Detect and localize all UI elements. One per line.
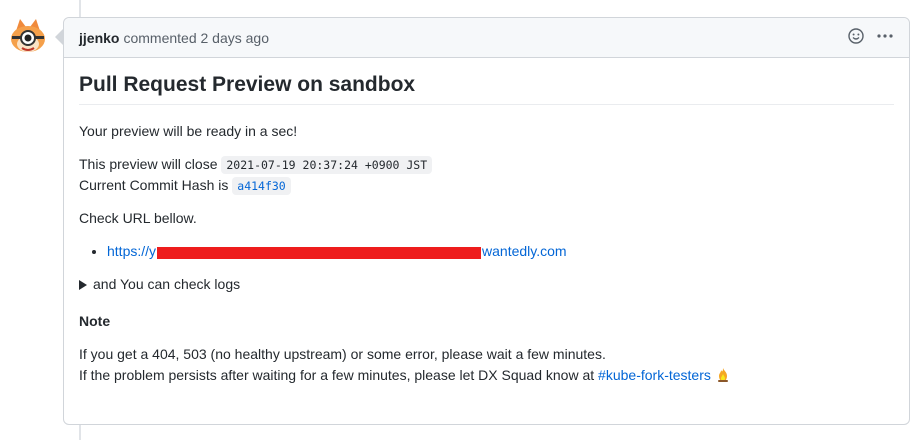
note-text: If you get a 404, 503 (no healthy upstre…: [79, 344, 894, 386]
hash-label: Current Commit Hash is: [79, 177, 229, 194]
url-list: https://y wantedly.com: [79, 241, 894, 262]
list-item: https://y wantedly.com: [107, 241, 894, 262]
preview-info: This preview will close 2021-07-19 20:37…: [79, 154, 894, 196]
comment-body: Pull Request Preview on sandbox Your pre…: [64, 58, 909, 386]
check-url-text: Check URL bellow.: [79, 210, 197, 227]
logs-summary-text: and You can check logs: [93, 276, 241, 293]
logs-details-summary[interactable]: and You can check logs: [79, 274, 894, 295]
ready-text: Your preview will be ready in a sec!: [79, 123, 298, 140]
comment-header: jjenko commented 2 days ago: [64, 18, 909, 58]
author-link[interactable]: jjenko: [79, 30, 119, 46]
preview-url-link[interactable]: https://y wantedly.com: [107, 243, 567, 259]
close-label: This preview will close: [79, 156, 218, 173]
note-line-1: If you get a 404, 503 (no healthy upstre…: [79, 346, 606, 363]
comment-caret: [55, 29, 63, 45]
commit-hash-link[interactable]: a414f30: [232, 177, 291, 196]
header-actions: [848, 28, 894, 47]
slack-channel-link[interactable]: #kube-fork-testers: [598, 367, 711, 383]
close-time-code: 2021-07-19 20:37:24 +0900 JST: [221, 156, 433, 175]
kebab-menu-icon[interactable]: [876, 28, 894, 47]
preview-title: Pull Request Preview on sandbox: [79, 72, 894, 106]
fire-emoji-icon: [715, 367, 731, 383]
comment-box: jjenko commented 2 days ago Pull Request…: [63, 17, 910, 425]
comment-page: jjenko commented 2 days ago Pull Request…: [0, 0, 923, 440]
note-line-2: If the problem persists after waiting fo…: [79, 367, 595, 384]
bot-avatar-icon: [11, 19, 45, 52]
url-prefix: https://y: [107, 243, 157, 260]
avatar[interactable]: [8, 17, 48, 57]
note-title: Note: [79, 313, 111, 330]
url-suffix: wantedly.com: [482, 243, 567, 260]
smiley-icon[interactable]: [848, 28, 864, 47]
redaction-bar: [157, 246, 482, 259]
comment-timestamp[interactable]: commented 2 days ago: [123, 30, 269, 46]
disclosure-triangle-icon: [79, 279, 87, 290]
